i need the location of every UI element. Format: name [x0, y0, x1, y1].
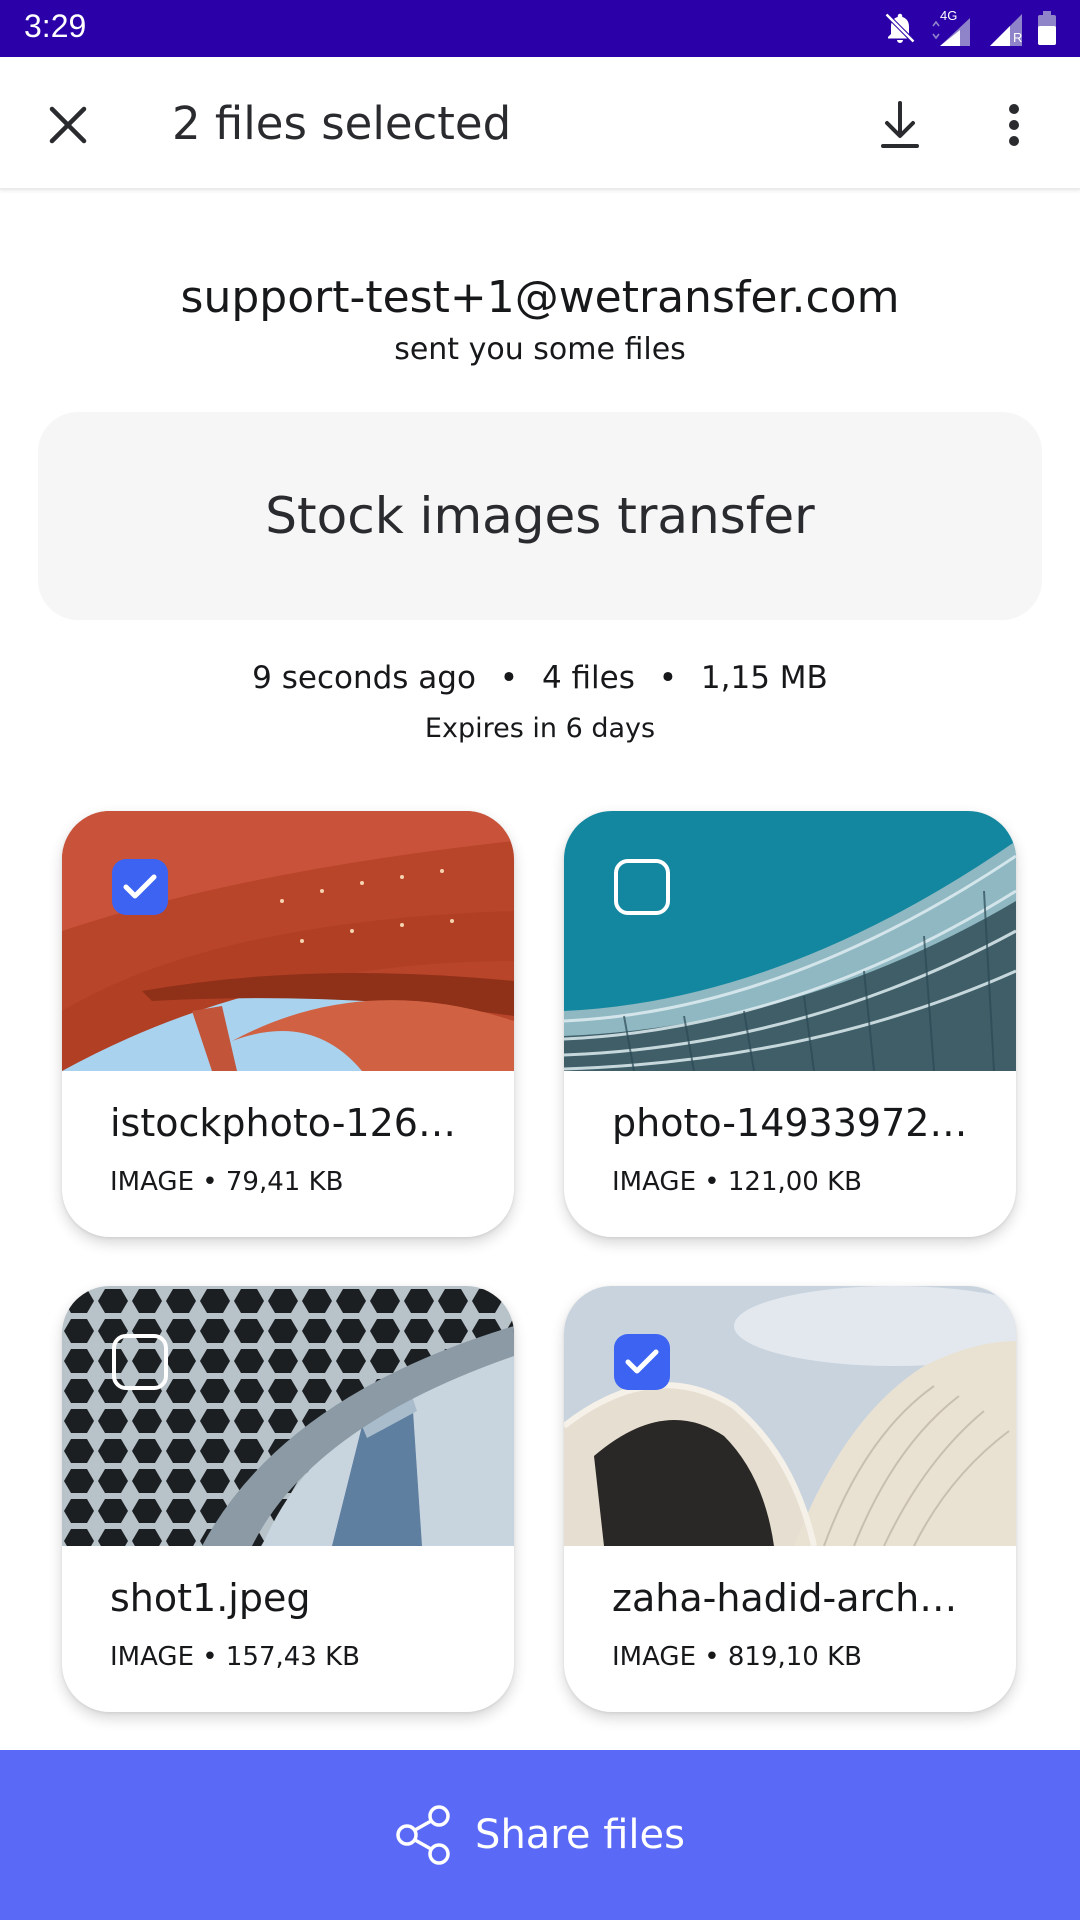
file-meta: IMAGE • 157,43 KB	[110, 1642, 360, 1672]
file-thumbnail	[564, 811, 1016, 1071]
file-card[interactable]: shot1.jpeg IMAGE • 157,43 KB	[62, 1286, 514, 1712]
time-ago: 9 seconds ago	[252, 660, 476, 696]
expiry-text: Expires in 6 days	[424, 713, 656, 744]
meta-separator: •	[658, 660, 678, 696]
file-thumbnail	[564, 1286, 1016, 1546]
file-meta: IMAGE • 819,10 KB	[612, 1642, 862, 1672]
share-files-button[interactable]: Share files	[0, 1750, 1080, 1920]
app-bar: 2 files selected	[0, 57, 1080, 190]
check-icon	[123, 874, 157, 899]
transfer-title: Stock images transfer	[265, 487, 815, 545]
sender-email: support-test+1@wetransfer.com	[180, 272, 900, 323]
signal-icon: 4G	[930, 8, 976, 48]
transfer-title-card: Stock images transfer	[38, 412, 1042, 620]
close-icon	[49, 106, 87, 144]
check-icon	[625, 1349, 659, 1374]
bell-off-icon	[882, 10, 918, 50]
select-checkbox[interactable]	[112, 859, 168, 915]
meta-separator: •	[499, 660, 519, 696]
sender-subtitle: sent you some files	[394, 332, 686, 367]
selection-title: 2 files selected	[172, 97, 512, 150]
file-card[interactable]: photo-14933972… IMAGE • 121,00 KB	[564, 811, 1016, 1237]
roaming-label: R	[1013, 30, 1023, 45]
status-icons: 4G R	[882, 8, 1058, 50]
file-thumbnail	[62, 811, 514, 1071]
more-vert-icon	[1009, 104, 1019, 146]
select-checkbox[interactable]	[112, 1334, 168, 1390]
total-size: 1,15 MB	[700, 660, 828, 696]
transfer-meta: 9 seconds ago • 4 files • 1,15 MB	[0, 660, 1080, 696]
file-meta: IMAGE • 79,41 KB	[110, 1167, 344, 1197]
file-card[interactable]: istockphoto-126… IMAGE • 79,41 KB	[62, 811, 514, 1237]
download-icon	[881, 101, 919, 148]
signal-roaming-icon: R	[988, 12, 1024, 48]
file-meta: IMAGE • 121,00 KB	[612, 1167, 862, 1197]
share-icon	[396, 1805, 450, 1865]
battery-icon	[1036, 10, 1058, 50]
file-name: istockphoto-126…	[110, 1101, 456, 1145]
select-checkbox[interactable]	[614, 859, 670, 915]
more-options-button[interactable]	[984, 95, 1044, 155]
close-button[interactable]	[40, 97, 96, 153]
select-checkbox[interactable]	[614, 1334, 670, 1390]
status-bar: 3:29 4G R	[0, 0, 1080, 57]
file-card[interactable]: zaha-hadid-arch… IMAGE • 819,10 KB	[564, 1286, 1016, 1712]
file-thumbnail	[62, 1286, 514, 1546]
file-name: shot1.jpeg	[110, 1576, 311, 1620]
share-files-label: Share files	[475, 1812, 685, 1858]
status-time: 3:29	[24, 8, 87, 44]
file-count: 4 files	[541, 660, 635, 696]
download-button[interactable]	[870, 95, 930, 155]
file-name: photo-14933972…	[612, 1101, 968, 1145]
file-name: zaha-hadid-arch…	[612, 1576, 958, 1620]
